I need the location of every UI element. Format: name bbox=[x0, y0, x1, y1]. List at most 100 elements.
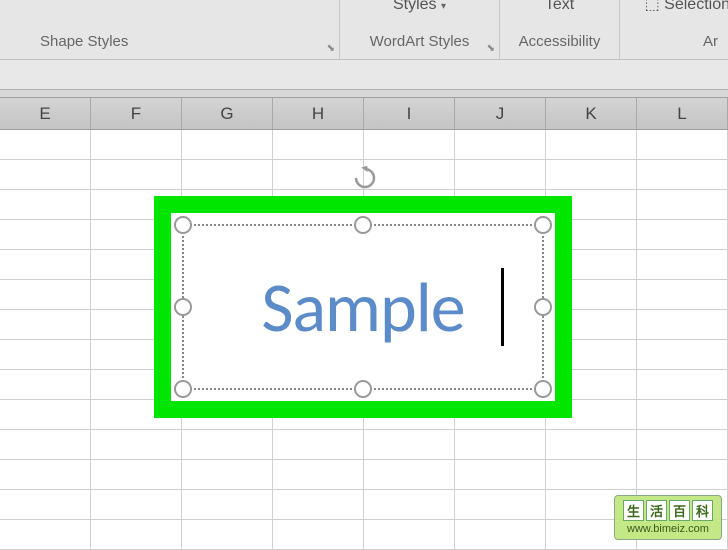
grid-cell[interactable] bbox=[182, 160, 273, 190]
grid-cell[interactable] bbox=[637, 310, 728, 340]
grid-cell[interactable] bbox=[91, 460, 182, 490]
grid-cell[interactable] bbox=[364, 490, 455, 520]
grid-cell[interactable] bbox=[455, 130, 546, 160]
rotation-handle-icon[interactable] bbox=[352, 165, 378, 196]
resize-handle-mr[interactable] bbox=[534, 298, 552, 316]
wm-char: 生 bbox=[623, 500, 644, 521]
grid-cell[interactable] bbox=[0, 370, 91, 400]
grid-cell[interactable] bbox=[637, 340, 728, 370]
grid-cell[interactable] bbox=[0, 280, 91, 310]
grid-cell[interactable] bbox=[455, 160, 546, 190]
grid-cell[interactable] bbox=[273, 490, 364, 520]
ribbon-group-shape-styles: Shape Styles ⬊ bbox=[0, 0, 340, 60]
resize-handle-br[interactable] bbox=[534, 380, 552, 398]
column-headers: E F G H I J K L bbox=[0, 98, 728, 130]
selection-pane-button[interactable]: ⬚ Selection bbox=[645, 0, 728, 13]
grid-cell[interactable] bbox=[0, 130, 91, 160]
textbox-content[interactable]: Sample bbox=[261, 264, 464, 350]
wordart-styles-group-label: WordArt Styles bbox=[370, 33, 470, 56]
chevron-down-icon: ▾ bbox=[441, 1, 446, 12]
resize-handle-tl[interactable] bbox=[174, 216, 192, 234]
styles-dropdown[interactable]: Styles ▾ bbox=[393, 0, 446, 14]
textbox[interactable]: Sample bbox=[171, 213, 555, 401]
grid-cell[interactable] bbox=[0, 490, 91, 520]
watermark: 生 活 百 科 www.bimeiz.com bbox=[614, 495, 722, 540]
textbox-selection-border[interactable]: Sample bbox=[182, 224, 544, 390]
sheet-top-border bbox=[0, 90, 728, 98]
grid-cell[interactable] bbox=[0, 220, 91, 250]
grid-cell[interactable] bbox=[273, 130, 364, 160]
shape-styles-group-label: Shape Styles bbox=[40, 33, 128, 56]
grid-cell[interactable] bbox=[182, 490, 273, 520]
dialog-launcher-icon[interactable]: ⬊ bbox=[327, 43, 335, 54]
col-header-J[interactable]: J bbox=[455, 98, 546, 129]
ribbon-group-arrange: ⬚ Selection Ar bbox=[620, 0, 728, 60]
alt-text-label: Text bbox=[545, 0, 574, 13]
grid-cell[interactable] bbox=[0, 160, 91, 190]
col-header-K[interactable]: K bbox=[546, 98, 637, 129]
dialog-launcher-icon[interactable]: ⬊ bbox=[487, 43, 495, 54]
resize-handle-bm[interactable] bbox=[354, 380, 372, 398]
grid-cell[interactable] bbox=[91, 490, 182, 520]
col-header-F[interactable]: F bbox=[91, 98, 182, 129]
grid-cell[interactable] bbox=[455, 460, 546, 490]
ribbon: Shape Styles ⬊ Styles ▾ WordArt Styles ⬊… bbox=[0, 0, 728, 60]
col-header-I[interactable]: I bbox=[364, 98, 455, 129]
resize-handle-tr[interactable] bbox=[534, 216, 552, 234]
resize-handle-ml[interactable] bbox=[174, 298, 192, 316]
grid-cell[interactable] bbox=[455, 490, 546, 520]
grid-cell[interactable] bbox=[637, 430, 728, 460]
grid-cell[interactable] bbox=[0, 460, 91, 490]
grid-cell[interactable] bbox=[455, 430, 546, 460]
col-header-H[interactable]: H bbox=[273, 98, 364, 129]
accessibility-group-label: Accessibility bbox=[519, 33, 601, 56]
wm-char: 活 bbox=[646, 500, 667, 521]
grid-cell[interactable] bbox=[546, 430, 637, 460]
grid-cell[interactable] bbox=[637, 280, 728, 310]
grid-cell[interactable] bbox=[637, 190, 728, 220]
grid-cell[interactable] bbox=[637, 250, 728, 280]
col-header-G[interactable]: G bbox=[182, 98, 273, 129]
grid-cell[interactable] bbox=[0, 190, 91, 220]
grid-cell[interactable] bbox=[364, 130, 455, 160]
grid-cell[interactable] bbox=[91, 130, 182, 160]
grid-cell[interactable] bbox=[546, 130, 637, 160]
resize-handle-bl[interactable] bbox=[174, 380, 192, 398]
col-header-L[interactable]: L bbox=[637, 98, 728, 129]
grid-row bbox=[0, 430, 728, 460]
grid-cell[interactable] bbox=[0, 400, 91, 430]
grid-cell[interactable] bbox=[364, 460, 455, 490]
grid-cell[interactable] bbox=[182, 460, 273, 490]
grid-cell[interactable] bbox=[182, 430, 273, 460]
watermark-url: www.bimeiz.com bbox=[627, 523, 709, 535]
col-header-E[interactable]: E bbox=[0, 98, 91, 129]
grid-cell[interactable] bbox=[637, 220, 728, 250]
grid-cell[interactable] bbox=[0, 430, 91, 460]
grid-cell[interactable] bbox=[273, 430, 364, 460]
wm-char: 百 bbox=[669, 500, 690, 521]
watermark-title: 生 活 百 科 bbox=[623, 500, 713, 521]
grid-cell[interactable] bbox=[637, 130, 728, 160]
grid-cell[interactable] bbox=[273, 160, 364, 190]
grid-cell[interactable] bbox=[0, 310, 91, 340]
grid-cell[interactable] bbox=[546, 460, 637, 490]
arrange-group-label: Ar bbox=[703, 33, 718, 56]
grid-cell[interactable] bbox=[0, 340, 91, 370]
grid-cell[interactable] bbox=[273, 460, 364, 490]
grid-cell[interactable] bbox=[91, 160, 182, 190]
formula-bar-area bbox=[0, 60, 728, 90]
ribbon-group-wordart-styles: Styles ▾ WordArt Styles ⬊ bbox=[340, 0, 500, 60]
grid-cell[interactable] bbox=[546, 160, 637, 190]
resize-handle-tm[interactable] bbox=[354, 216, 372, 234]
grid-row bbox=[0, 460, 728, 490]
grid-cell[interactable] bbox=[637, 400, 728, 430]
grid-cell[interactable] bbox=[637, 370, 728, 400]
grid-cell[interactable] bbox=[182, 130, 273, 160]
grid-cell[interactable] bbox=[637, 160, 728, 190]
grid-row bbox=[0, 130, 728, 160]
grid-cell[interactable] bbox=[637, 460, 728, 490]
grid-cell[interactable] bbox=[91, 430, 182, 460]
grid-cell[interactable] bbox=[0, 250, 91, 280]
grid-cell[interactable] bbox=[364, 430, 455, 460]
ribbon-group-accessibility: Alt Text Text Accessibility bbox=[500, 0, 620, 60]
